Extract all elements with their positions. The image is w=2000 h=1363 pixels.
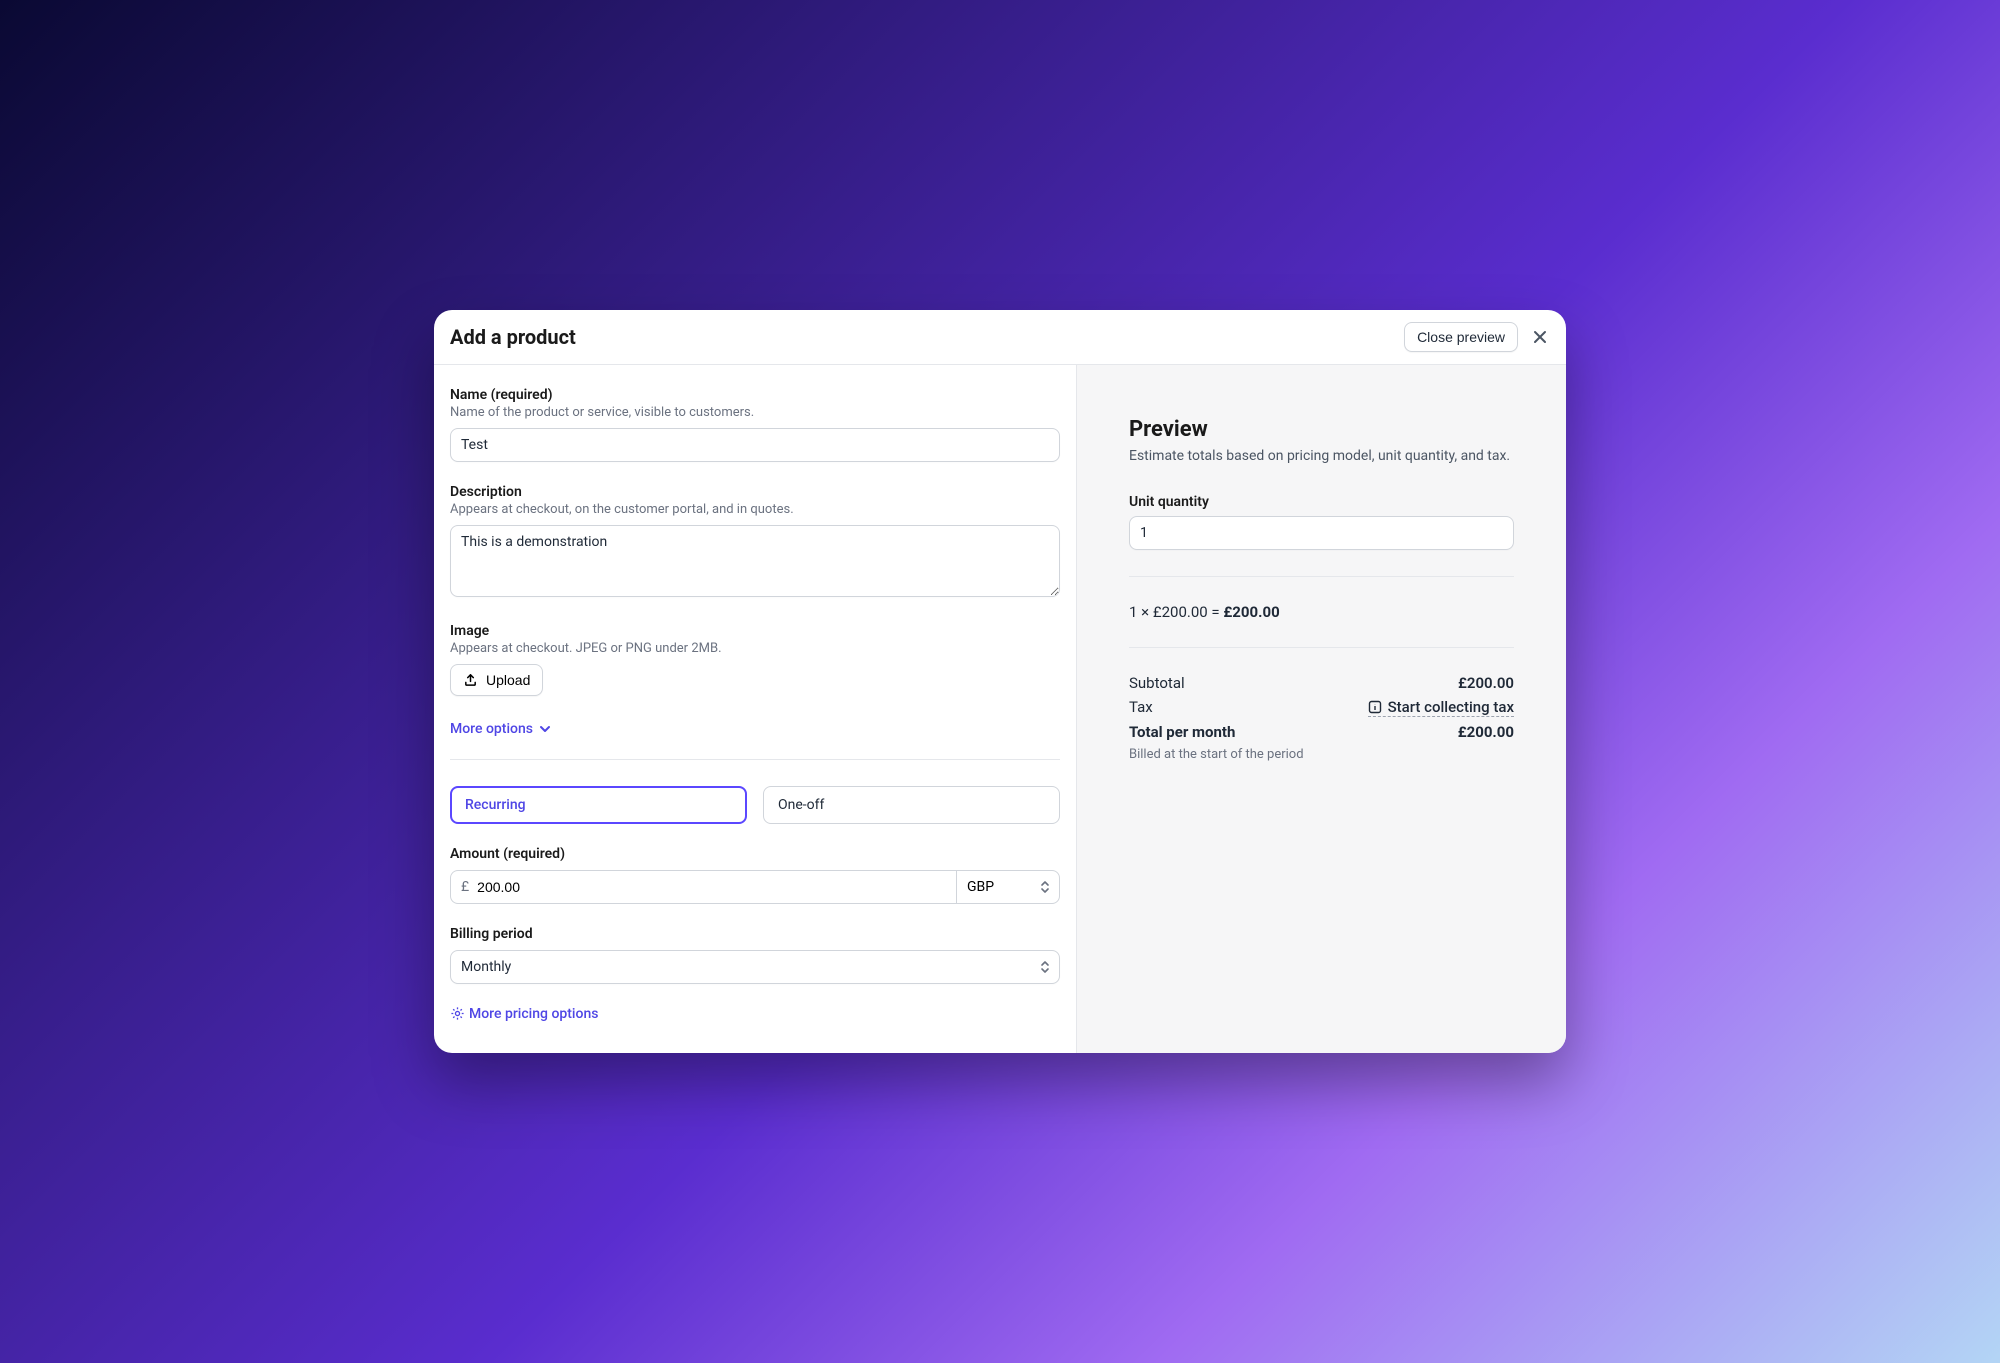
description-help: Appears at checkout, on the customer por… [450, 502, 1060, 517]
preview-pane: Preview Estimate totals based on pricing… [1076, 365, 1566, 1054]
one-off-toggle[interactable]: One-off [763, 786, 1060, 824]
total-value: £200.00 [1458, 723, 1514, 741]
currency-select[interactable]: GBP [956, 870, 1060, 904]
more-options-link[interactable]: More options [450, 721, 553, 737]
billing-type-toggle: Recurring One-off [450, 786, 1060, 824]
modal-body: Name (required) Name of the product or s… [434, 365, 1566, 1054]
image-field: Image Appears at checkout. JPEG or PNG u… [450, 623, 1060, 696]
name-input[interactable] [450, 428, 1060, 462]
billing-period-label: Billing period [450, 926, 1060, 942]
section-divider [450, 759, 1060, 760]
description-label: Description [450, 484, 1060, 500]
preview-help: Estimate totals based on pricing model, … [1129, 448, 1514, 464]
upload-button[interactable]: Upload [450, 664, 543, 696]
unit-quantity-label: Unit quantity [1129, 494, 1514, 510]
more-pricing-link[interactable]: More pricing options [450, 1006, 598, 1022]
recurring-toggle[interactable]: Recurring [450, 786, 747, 824]
tax-action-label: Start collecting tax [1388, 698, 1514, 716]
billing-period-value: Monthly [461, 959, 511, 975]
name-label: Name (required) [450, 387, 1060, 403]
amount-label: Amount (required) [450, 846, 1060, 862]
amount-input[interactable] [477, 871, 946, 903]
more-pricing-label: More pricing options [469, 1006, 598, 1022]
name-help: Name of the product or service, visible … [450, 405, 1060, 420]
form-pane: Name (required) Name of the product or s… [434, 365, 1076, 1054]
calculation-line: 1 × £200.00 = £200.00 [1129, 603, 1514, 621]
calc-total: £200.00 [1223, 603, 1279, 621]
total-label: Total per month [1129, 723, 1235, 741]
add-product-modal: Add a product Close preview Name (requir… [434, 310, 1566, 1054]
calc-prefix: 1 × £200.00 = [1129, 603, 1223, 621]
tax-label: Tax [1129, 698, 1153, 717]
amount-field: Amount (required) £ GBP [450, 846, 1060, 904]
billing-period-select[interactable]: Monthly [450, 950, 1060, 984]
preview-divider [1129, 576, 1514, 577]
billing-period-select-wrap: Monthly [450, 950, 1060, 984]
subtotal-label: Subtotal [1129, 674, 1185, 692]
currency-symbol: £ [461, 879, 469, 895]
header-actions: Close preview [1404, 322, 1550, 352]
currency-select-wrap: GBP [956, 870, 1060, 904]
subtotal-value: £200.00 [1458, 674, 1514, 692]
preview-divider [1129, 647, 1514, 648]
total-row: Total per month £200.00 [1129, 723, 1514, 741]
gear-icon [450, 1006, 465, 1021]
description-input[interactable]: This is a demonstration [450, 525, 1060, 597]
close-preview-button[interactable]: Close preview [1404, 322, 1518, 352]
description-field: Description Appears at checkout, on the … [450, 484, 1060, 601]
upload-icon [463, 672, 478, 687]
name-field: Name (required) Name of the product or s… [450, 387, 1060, 462]
modal-title: Add a product [450, 325, 576, 349]
billing-period-field: Billing period Monthly [450, 926, 1060, 984]
preview-title: Preview [1129, 417, 1514, 442]
unit-quantity-field: Unit quantity [1129, 494, 1514, 550]
currency-value: GBP [967, 879, 994, 895]
tax-row: Tax Start collecting tax [1129, 698, 1514, 717]
amount-input-wrap: £ [450, 870, 956, 904]
unit-quantity-input[interactable] [1129, 516, 1514, 550]
subtotal-row: Subtotal £200.00 [1129, 674, 1514, 692]
more-options-label: More options [450, 721, 533, 737]
modal-header: Add a product Close preview [434, 310, 1566, 365]
image-help: Appears at checkout. JPEG or PNG under 2… [450, 641, 1060, 656]
info-icon [1368, 700, 1382, 714]
amount-row: £ GBP [450, 870, 1060, 904]
image-label: Image [450, 623, 1060, 639]
billed-note: Billed at the start of the period [1129, 747, 1514, 762]
chevron-down-icon [537, 721, 553, 737]
start-collecting-tax-link[interactable]: Start collecting tax [1368, 698, 1514, 717]
upload-label: Upload [486, 672, 530, 688]
close-icon[interactable] [1530, 327, 1550, 347]
